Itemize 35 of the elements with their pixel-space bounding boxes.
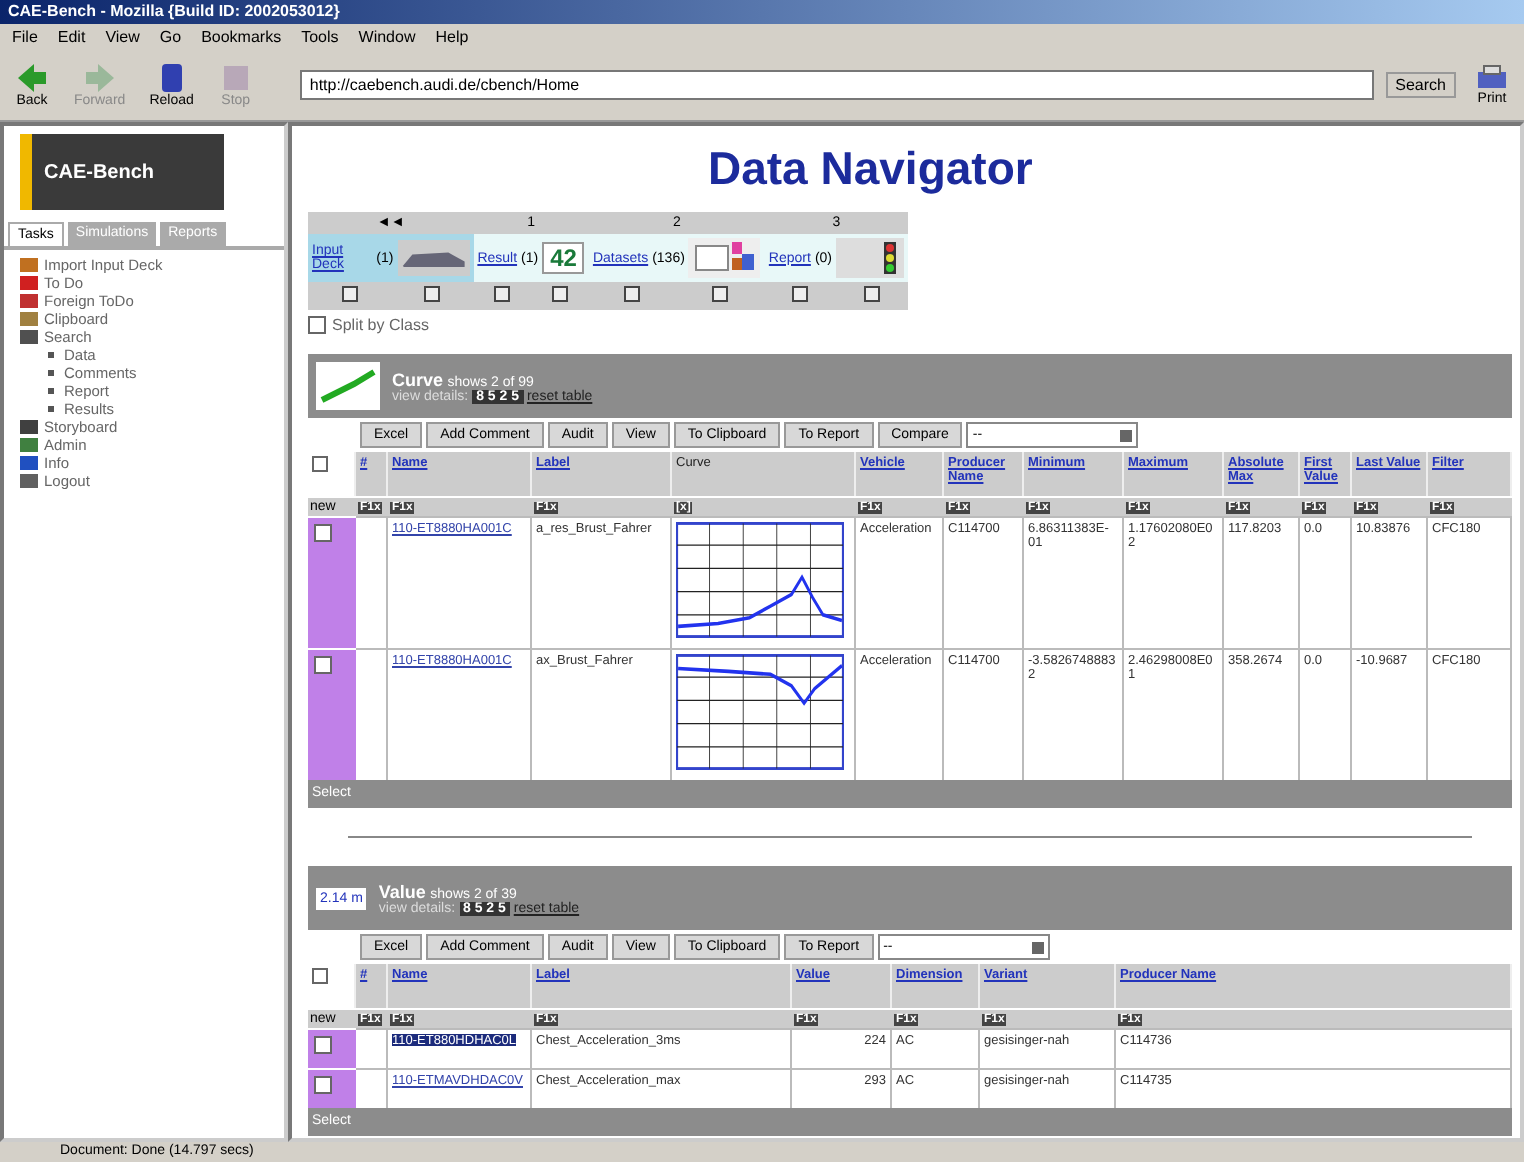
menu-item[interactable]: Bookmarks bbox=[201, 27, 282, 45]
arrow-icon bbox=[81, 61, 118, 93]
search-button[interactable]: Search bbox=[1385, 71, 1456, 97]
curve-icon bbox=[316, 362, 380, 410]
car-icon bbox=[397, 238, 470, 278]
select-all-icon bbox=[312, 968, 328, 984]
menu-item[interactable]: Window bbox=[358, 27, 416, 45]
row-checkbox[interactable] bbox=[314, 1076, 332, 1094]
traffic-light-icon bbox=[836, 238, 904, 278]
chart-icon bbox=[688, 238, 761, 278]
menu-item[interactable]: Go bbox=[159, 27, 182, 45]
printer-icon bbox=[1474, 63, 1510, 91]
bullet-icon bbox=[48, 370, 54, 376]
row-checkbox[interactable] bbox=[314, 1036, 332, 1054]
address-field[interactable]: http://caebench.audi.de/cbench/Home bbox=[299, 69, 1374, 99]
section-title: Curve bbox=[392, 369, 444, 389]
select-all-icon bbox=[312, 456, 328, 472]
bullet-icon bbox=[48, 352, 54, 358]
arrow-icon bbox=[14, 61, 50, 93]
menu-item[interactable]: View bbox=[105, 27, 140, 45]
row-checkbox[interactable] bbox=[314, 524, 332, 542]
section-title: Value bbox=[378, 881, 426, 901]
window-title: CAE-Bench - Mozilla {Build ID: 2002053012} bbox=[8, 2, 340, 20]
menu-item[interactable]: Edit bbox=[57, 27, 86, 45]
logo: CAE-Bench bbox=[20, 134, 224, 210]
menu-item[interactable]: File bbox=[12, 27, 38, 45]
menu-item[interactable]: Tools bbox=[301, 27, 339, 45]
bullet-icon bbox=[48, 406, 54, 412]
bullet-icon bbox=[48, 388, 54, 394]
row-checkbox[interactable] bbox=[314, 656, 332, 674]
number-thumbnail: 42 bbox=[542, 242, 585, 274]
page-title: Data Navigator bbox=[708, 142, 1035, 196]
menu-item[interactable]: Help bbox=[435, 27, 469, 45]
checkbox-label: Split by Class bbox=[332, 316, 429, 334]
checkbox[interactable] bbox=[308, 316, 326, 334]
